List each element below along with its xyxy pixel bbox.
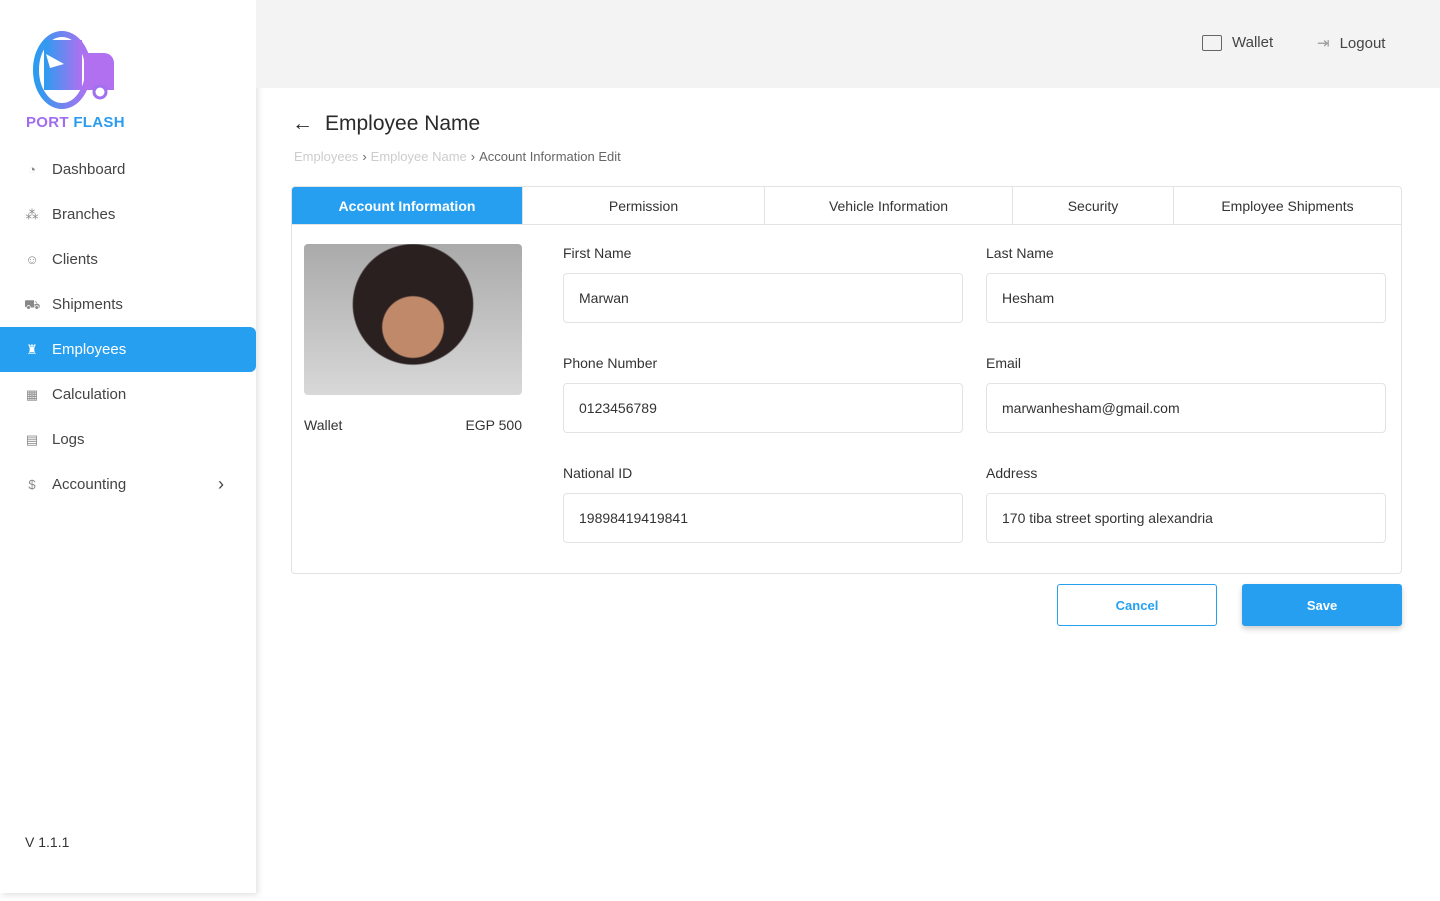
wallet-icon [1202,34,1222,51]
sidebar-item-clients[interactable]: ☺ Clients [0,237,256,282]
logout-link[interactable]: ⇥ Logout [1317,34,1385,53]
tab-permission[interactable]: Permission [523,187,765,224]
truck-icon: ⛟ [24,296,41,312]
tab-vehicle-information[interactable]: Vehicle Information [765,187,1013,224]
logout-icon: ⇥ [1317,35,1330,52]
employees-icon: ♜ [26,341,38,357]
dollar-icon: $ [28,476,36,492]
breadcrumb-employee-name[interactable]: Employee Name [371,149,467,164]
tab-employee-shipments[interactable]: Employee Shipments [1174,187,1401,224]
tab-account-information[interactable]: Account Information [292,187,523,224]
last-name-input[interactable]: Hesham [986,273,1386,323]
breadcrumb-employees[interactable]: Employees [294,149,358,164]
account-info-card: Account Information Permission Vehicle I… [291,186,1402,574]
tab-security[interactable]: Security [1013,187,1174,224]
brand-name: PORT FLASH [26,114,125,131]
breadcrumb-current: Account Information Edit [479,149,621,164]
sidebar: PORT FLASH ◔ Dashboard ⁂ Branches ☺ Clients… [0,0,256,893]
address-field: Address 170 tiba street sporting alexandr… [986,465,1386,543]
wallet-balance: Wallet EGP 500 [304,417,522,433]
address-input[interactable]: 170 tiba street sporting alexandria [986,493,1386,543]
sidebar-item-dashboard[interactable]: ◔ Dashboard [0,147,256,192]
chevron-right-icon: › [218,474,224,494]
back-arrow-icon[interactable]: ← [292,112,313,136]
sidebar-item-accounting[interactable]: $ Accounting › [0,462,256,507]
cancel-button[interactable]: Cancel [1057,584,1217,626]
employee-photo [304,244,522,395]
branches-icon: ⁂ [25,206,39,222]
last-name-field: Last Name Hesham [986,245,1386,323]
clients-icon: ☺ [25,251,39,267]
top-bar: Wallet ⇥ Logout [256,0,1440,88]
save-button[interactable]: Save [1242,584,1402,626]
pie-chart-icon: ◔ [28,161,36,177]
page-title: Employee Name [325,112,481,135]
email-input[interactable]: marwanhesham@gmail.com [986,383,1386,433]
sidebar-item-shipments[interactable]: ⛟ Shipments [0,282,256,327]
phone-input[interactable]: 0123456789 [563,383,963,433]
calculator-icon: ▦ [25,386,39,402]
first-name-input[interactable]: Marwan [563,273,963,323]
breadcrumb: Employees › Employee Name › Account Informat… [294,149,621,164]
sidebar-item-calculation[interactable]: ▦ Calculation [0,372,256,417]
first-name-field: First Name Marwan [563,245,963,323]
sidebar-item-employees[interactable]: ♜ Employees [0,327,256,372]
sidebar-item-logs[interactable]: ▤ Logs [0,417,256,462]
logs-icon: ▤ [25,431,39,447]
wallet-link[interactable]: Wallet [1202,34,1273,51]
email-field: Email marwanhesham@gmail.com [986,355,1386,433]
national-id-field: National ID 19898419419841 [563,465,963,543]
app-version: V 1.1.1 [25,834,70,850]
phone-field: Phone Number 0123456789 [563,355,963,433]
national-id-input[interactable]: 19898419419841 [563,493,963,543]
sidebar-item-branches[interactable]: ⁂ Branches [0,192,256,237]
